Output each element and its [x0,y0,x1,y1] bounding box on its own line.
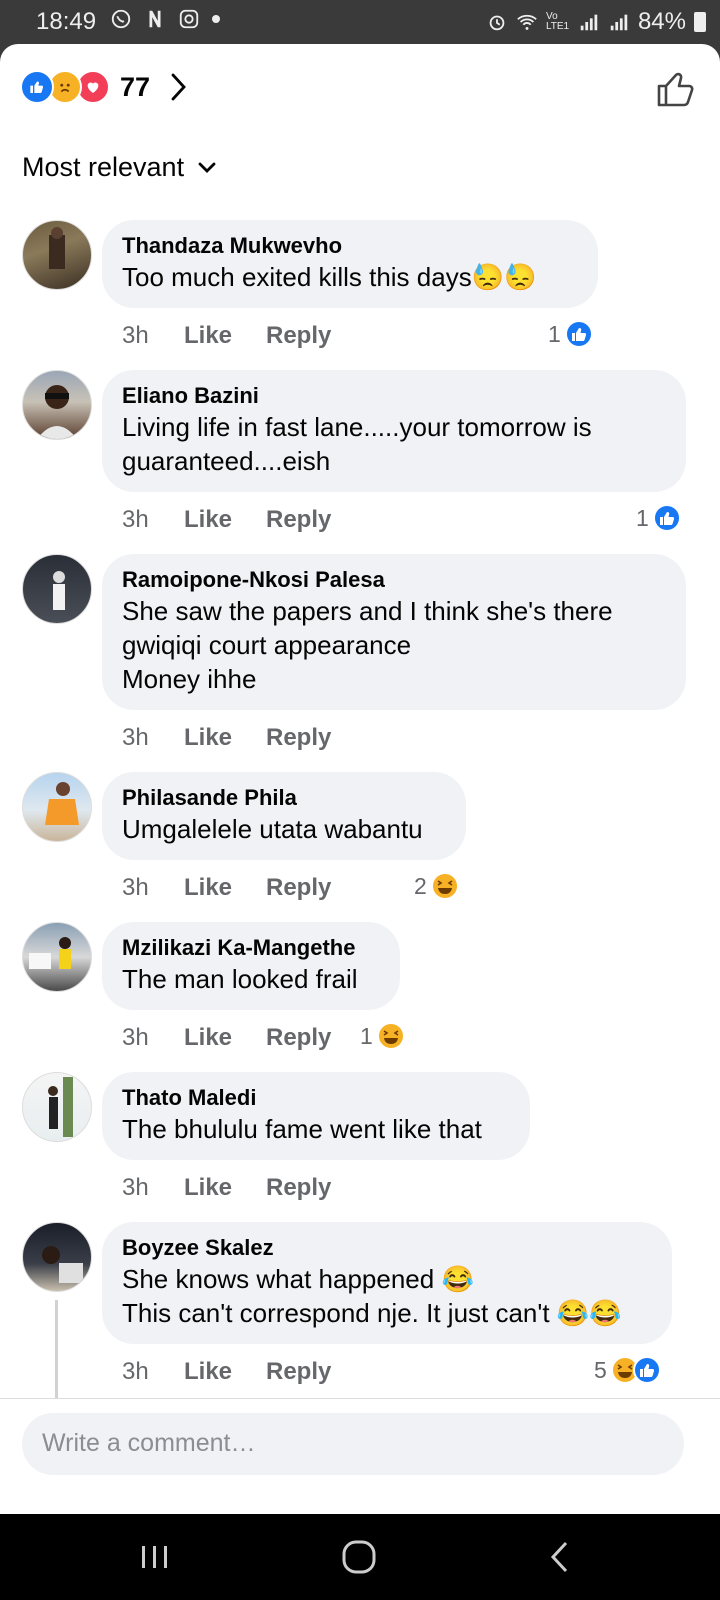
comment-text: Umgalelele utata wabantu [122,814,423,844]
sort-dropdown[interactable]: Most relevant [22,152,216,183]
system-nav-bar [0,1514,720,1600]
reply-button[interactable]: Reply [266,874,331,902]
comment-text: She knows what happened 😂 This can't cor… [122,1264,622,1328]
avatar[interactable] [22,554,92,624]
comment-text: The bhululu fame went like that [122,1114,482,1144]
comment-author[interactable]: Eliano Bazini [122,382,666,410]
battery-text: 84% [637,8,686,35]
avatar[interactable] [22,1222,92,1292]
chevron-right-icon[interactable] [168,72,188,102]
comment-bubble[interactable]: Philasande Phila Umgalelele utata wabant… [102,772,466,860]
comment-bubble[interactable]: Eliano Bazini Living life in fast lane..… [102,370,686,492]
comment-bubble[interactable]: Thandaza Mukwevho Too much exited kills … [102,220,598,308]
comment-time: 3h [122,874,149,901]
reaction-count: 77 [120,71,151,102]
comment-time: 3h [122,506,149,533]
reply-button[interactable]: Reply [266,724,331,752]
reply-thread-line [55,1300,58,1398]
signal-icon [580,14,598,31]
comment-text: Too much exited kills this days [122,262,472,292]
comment-reaction-count[interactable]: 2 [414,872,459,900]
comment-time: 3h [122,322,149,349]
comment-time: 3h [122,1358,149,1385]
avatar[interactable] [22,1072,92,1142]
like-post-button[interactable] [654,66,698,110]
comment-time: 3h [122,724,149,751]
like-button[interactable]: Like [184,724,266,752]
like-button[interactable]: Like [184,506,266,534]
reaction-summary[interactable]: 77 [20,68,188,106]
reply-button[interactable]: Reply [266,1024,331,1052]
instagram-icon [179,9,199,29]
comment-author[interactable]: Boyzee Skalez [122,1234,652,1262]
avatar[interactable] [22,370,92,440]
downcast-sweat-emoji: 😓😓 [471,262,537,292]
comments-sheet: 77 Most relevant Thandaza Mukwevho Too m… [0,44,720,1514]
network-label: Vo LTE1 [545,11,570,32]
like-button[interactable]: Like [184,1358,266,1386]
comment-author[interactable]: Thato Maledi [122,1084,510,1112]
reply-button[interactable]: Reply [266,1174,331,1202]
comment-author[interactable]: Thandaza Mukwevho [122,232,578,260]
haha-icon [430,872,459,900]
comment-text: Living life in fast lane.....your tomorr… [122,412,592,476]
comment-bubble[interactable]: Ramoipone-Nkosi Palesa She saw the paper… [102,554,686,710]
back-icon[interactable] [536,1534,586,1580]
comment-bubble[interactable]: Mzilikazi Ka-Mangethe The man looked fra… [102,922,400,1010]
reply-button[interactable]: Reply [266,506,331,534]
battery-icon [694,12,706,32]
home-icon[interactable] [334,1534,384,1580]
wifi-icon [517,14,537,30]
like-icon [20,70,54,104]
avatar[interactable] [22,772,92,842]
like-button[interactable]: Like [184,322,266,350]
comment-time: 3h [122,1174,149,1201]
comment-composer: Write a comment… [0,1398,720,1487]
whatsapp-icon [111,9,131,29]
comment-reaction-count[interactable]: 5 [594,1356,661,1384]
recent-apps-icon[interactable] [130,1534,180,1580]
comment-text: She saw the papers and I think she's the… [122,596,613,694]
sort-label: Most relevant [22,152,185,182]
status-time: 18:49 [36,8,97,35]
comment-author[interactable]: Mzilikazi Ka-Mangethe [122,934,380,962]
dot-icon [212,15,220,23]
like-icon [564,320,593,348]
comment-reaction-count[interactable]: 1 [548,320,593,348]
reply-button[interactable]: Reply [266,322,331,350]
like-icon [632,1356,661,1384]
like-button[interactable]: Like [184,1174,266,1202]
comment-text: The man looked frail [122,964,358,994]
like-button[interactable]: Like [184,874,266,902]
reply-button[interactable]: Reply [266,1358,331,1386]
write-comment-input[interactable]: Write a comment… [22,1413,684,1475]
comment-reaction-count[interactable]: 1 [636,504,681,532]
netflix-icon [149,10,161,28]
comment-reaction-count[interactable]: 1 [360,1022,405,1050]
avatar[interactable] [22,220,92,290]
status-bar: 18:49 Vo LTE1 84% [0,0,720,44]
comment-time: 3h [122,1024,149,1051]
chevron-down-icon [198,162,216,173]
avatar[interactable] [22,922,92,992]
comment-author[interactable]: Ramoipone-Nkosi Palesa [122,566,666,594]
comment-author[interactable]: Philasande Phila [122,784,446,812]
alarm-icon [489,15,505,31]
comment-bubble[interactable]: Boyzee Skalez She knows what happened 😂 … [102,1222,672,1344]
signal-icon-2 [610,14,628,31]
like-icon [652,504,681,532]
comment-bubble[interactable]: Thato Maledi The bhululu fame went like … [102,1072,530,1160]
haha-icon [376,1022,405,1050]
like-button[interactable]: Like [184,1024,266,1052]
